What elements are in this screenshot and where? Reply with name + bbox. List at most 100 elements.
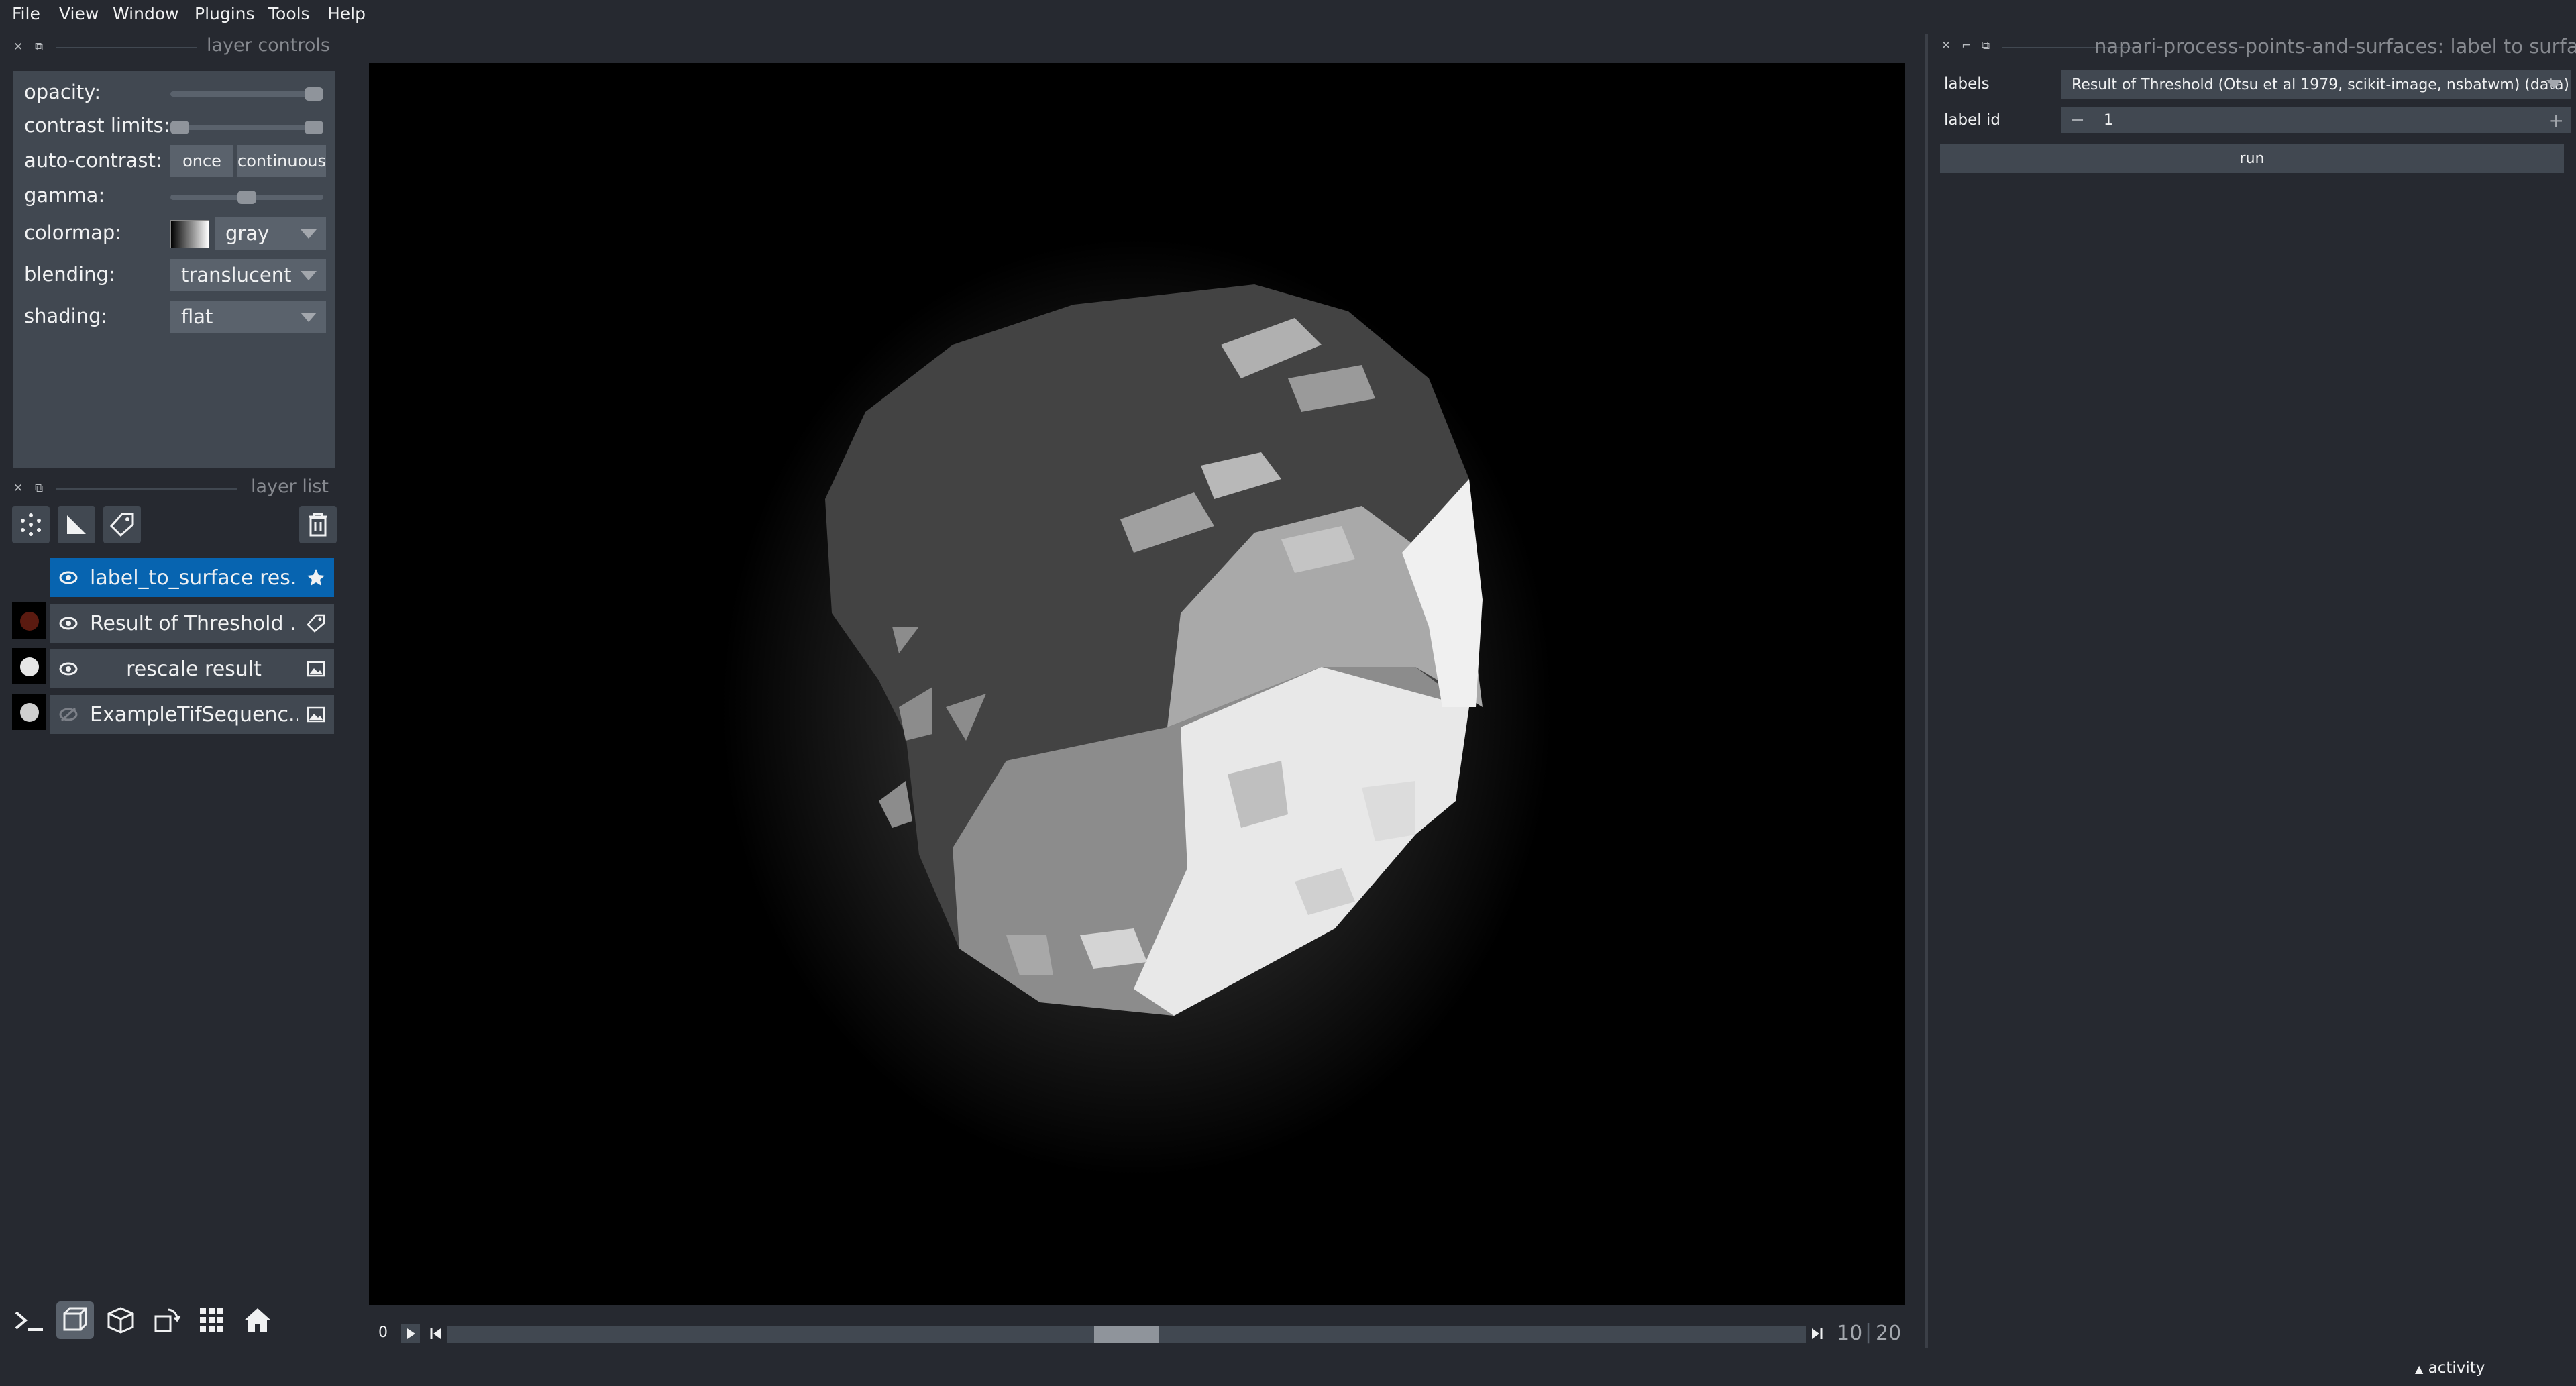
layer-list-float-icon[interactable]: ⧉: [35, 482, 43, 495]
run-button[interactable]: run: [1940, 144, 2564, 173]
image-icon: [307, 706, 325, 723]
layer-name: label_to_surface res...: [90, 566, 298, 590]
colormap-preview: [170, 220, 209, 248]
colormap-value: gray: [225, 222, 270, 245]
layer-row-result-of-threshold[interactable]: Result of Threshold ...: [50, 604, 334, 643]
menu-tools[interactable]: Tools: [268, 4, 310, 23]
transpose-icon: [154, 1308, 181, 1332]
layer-row-exampletifsequence[interactable]: ExampleTifSequenc...: [50, 695, 334, 734]
cube-3d-icon: [63, 1307, 87, 1331]
menu-plugins[interactable]: Plugins: [195, 4, 255, 23]
menu-window[interactable]: Window: [113, 4, 179, 23]
skip-end-icon[interactable]: [1807, 1324, 1826, 1343]
layer-thumbnail: [12, 694, 46, 730]
menu-bar: File View Window Plugins Tools Help: [0, 0, 2576, 34]
opacity-slider-handle[interactable]: [305, 87, 323, 101]
toggle-ndisplay-button[interactable]: [56, 1301, 94, 1339]
label-id-spinbox[interactable]: − 1 +: [2061, 107, 2571, 133]
label-id-label: label id: [1944, 111, 2000, 129]
dims-axis-label: 0: [378, 1324, 388, 1341]
colormap-dropdown[interactable]: gray: [215, 217, 326, 250]
delete-layer-button[interactable]: [299, 506, 337, 543]
skip-start-icon[interactable]: [427, 1324, 445, 1343]
plugin-close-icon[interactable]: ✕: [1941, 39, 1951, 52]
label-id-value[interactable]: 1: [2104, 112, 2113, 129]
chevron-down-icon: [2546, 80, 2561, 89]
layer-controls-title: layer controls: [207, 35, 330, 56]
new-shapes-layer-button[interactable]: [58, 506, 95, 543]
shapes-icon: [67, 515, 86, 534]
activity-button[interactable]: ▲ activity: [2415, 1359, 2485, 1377]
layer-row-rescale-result[interactable]: rescale result: [50, 649, 334, 688]
contrast-limits-slider[interactable]: [170, 125, 323, 130]
reset-view-button[interactable]: [239, 1301, 276, 1339]
viewer-canvas[interactable]: [369, 63, 1905, 1305]
layer-list-title: layer list: [251, 476, 329, 497]
chevron-down-icon: [301, 271, 317, 280]
opacity-label: opacity:: [24, 81, 101, 103]
dims-separator: |: [1865, 1320, 1872, 1344]
transpose-dimensions-button[interactable]: [148, 1301, 185, 1339]
layer-list-divider: [56, 488, 237, 490]
play-icon[interactable]: [401, 1324, 420, 1343]
activity-label: activity: [2428, 1359, 2485, 1377]
layer-name: ExampleTifSequenc...: [90, 702, 298, 727]
dock-float-icon[interactable]: ⧉: [35, 40, 43, 54]
shading-value: flat: [181, 305, 213, 328]
dock-close-icon[interactable]: ✕: [13, 40, 23, 54]
contrast-max-handle[interactable]: [305, 121, 323, 134]
dims-current-index[interactable]: 10: [1837, 1322, 1862, 1345]
terminal-icon: [15, 1311, 43, 1331]
menu-help[interactable]: Help: [327, 4, 366, 23]
layer-controls-panel: opacity: contrast limits: auto-contrast:…: [13, 71, 335, 468]
gamma-label: gamma:: [24, 184, 105, 207]
layer-name: rescale result: [126, 657, 262, 681]
eye-icon[interactable]: [59, 569, 78, 586]
chevron-down-icon: [301, 229, 317, 239]
eye-icon[interactable]: [59, 660, 78, 678]
auto-contrast-once-button[interactable]: once: [170, 145, 233, 177]
home-icon: [244, 1308, 271, 1332]
menu-file[interactable]: File: [12, 4, 40, 23]
roll-dimensions-button[interactable]: [102, 1301, 140, 1339]
cube-box-icon: [107, 1307, 134, 1334]
labels-label: labels: [1944, 75, 1990, 93]
shading-dropdown[interactable]: flat: [170, 301, 326, 333]
eye-icon[interactable]: [59, 615, 78, 632]
new-points-layer-button[interactable]: [12, 506, 50, 543]
contrast-min-handle[interactable]: [170, 121, 189, 134]
plugin-hide-icon[interactable]: ⌐: [1962, 39, 1971, 52]
blending-dropdown[interactable]: translucent: [170, 259, 326, 291]
auto-contrast-continuous-button[interactable]: continuous: [237, 145, 326, 177]
layer-thumbnail: [12, 648, 46, 684]
plugin-dock: ✕ ⌐ ⧉ napari-process-points-and-surfaces…: [1927, 34, 2576, 1348]
labels-dropdown[interactable]: Result of Threshold (Otsu et al 1979, sc…: [2061, 70, 2571, 99]
surface-render: [721, 237, 1553, 1177]
trash-icon: [309, 513, 327, 537]
console-button[interactable]: [11, 1301, 48, 1339]
caret-up-icon: ▲: [2415, 1363, 2424, 1375]
label-tag-icon: [109, 513, 134, 537]
dims-total: 20: [1876, 1322, 1902, 1345]
increment-button[interactable]: +: [2548, 109, 2564, 131]
eye-off-icon[interactable]: [59, 706, 78, 723]
decrement-button[interactable]: −: [2070, 110, 2085, 130]
opacity-slider[interactable]: [170, 91, 323, 97]
new-labels-layer-button[interactable]: [103, 506, 141, 543]
dims-slider-bar: 0 10 | 20: [369, 1315, 1905, 1352]
dims-slider-handle[interactable]: [1094, 1326, 1159, 1343]
layer-list-close-icon[interactable]: ✕: [13, 482, 23, 495]
star-icon: [307, 569, 325, 586]
plugin-float-icon[interactable]: ⧉: [1982, 39, 1990, 52]
gamma-slider-handle[interactable]: [237, 191, 256, 204]
menu-view[interactable]: View: [59, 4, 99, 23]
layer-thumbnail: [12, 557, 46, 593]
grid-icon: [200, 1308, 223, 1332]
contrast-limits-label: contrast limits:: [24, 114, 170, 137]
chevron-down-icon: [301, 313, 317, 322]
layer-row-label-to-surface[interactable]: label_to_surface res...: [50, 558, 334, 597]
grid-view-button[interactable]: [193, 1301, 231, 1339]
points-icon: [21, 513, 41, 536]
auto-contrast-label: auto-contrast:: [24, 149, 162, 172]
label-tag-icon: [307, 614, 325, 633]
